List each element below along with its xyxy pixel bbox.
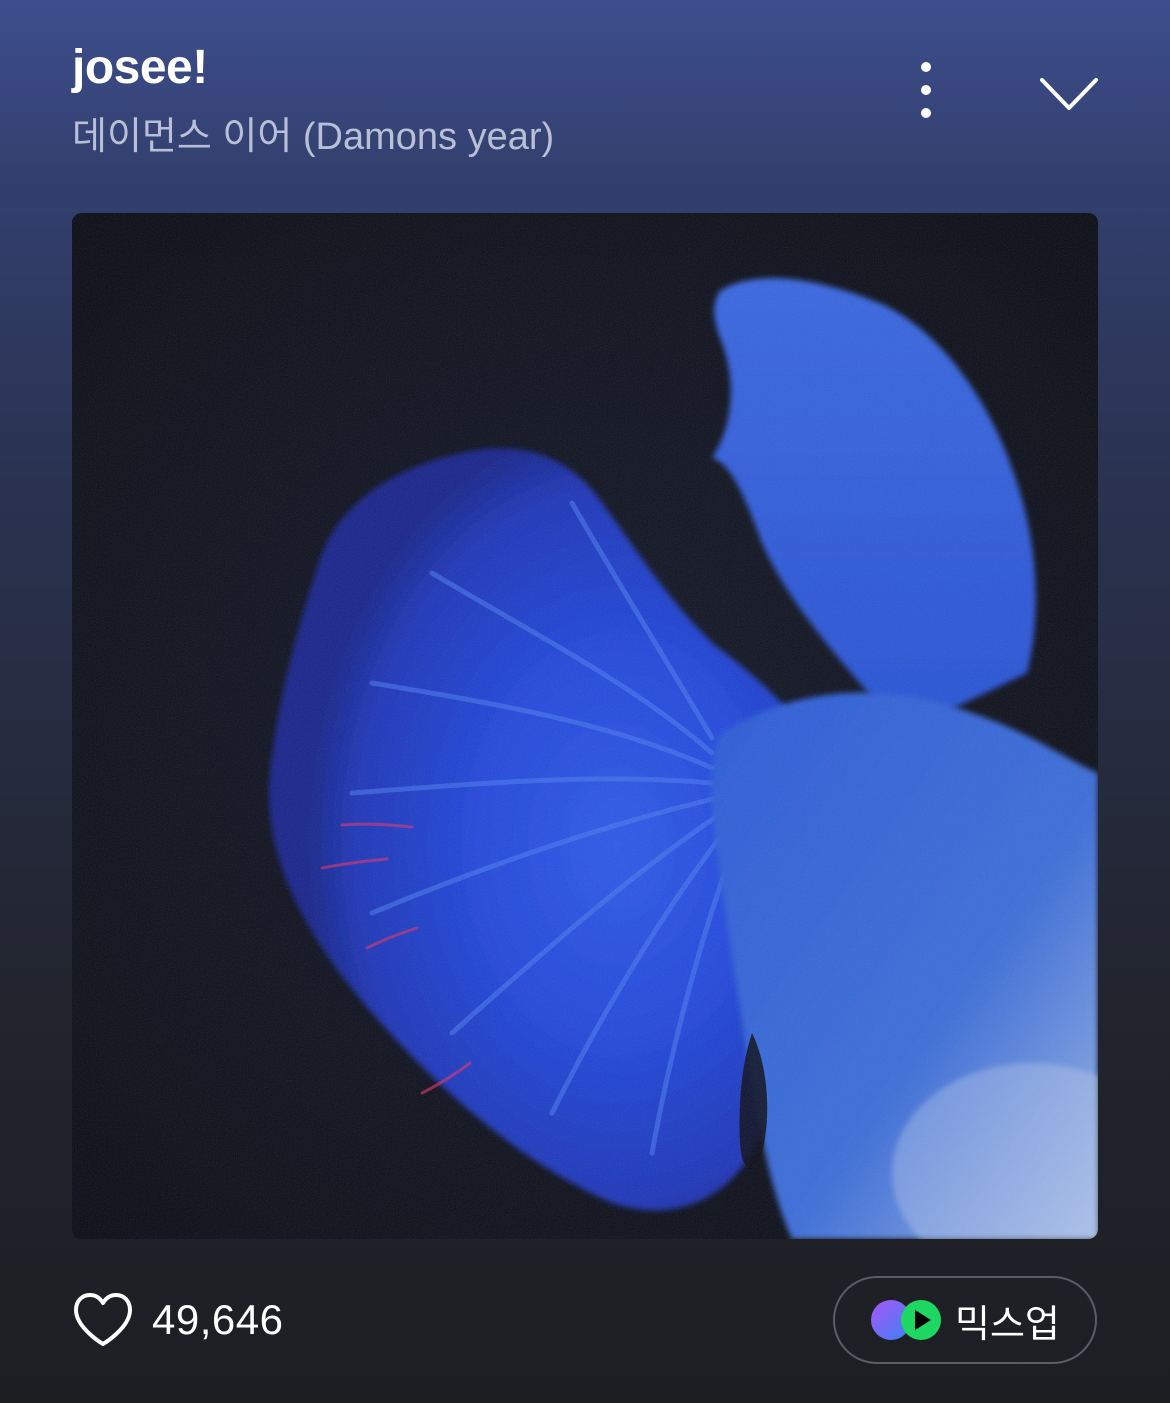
more-vertical-icon-dot xyxy=(921,85,931,95)
mixup-button[interactable]: 믹스업 xyxy=(833,1276,1097,1364)
album-cover xyxy=(72,213,1098,1239)
more-options-button[interactable] xyxy=(896,52,956,128)
like-count: 49,646 xyxy=(152,1296,284,1343)
heart-outline-icon[interactable] xyxy=(72,1292,134,1348)
chevron-down-icon xyxy=(1040,78,1098,110)
more-vertical-icon-dot xyxy=(921,108,931,118)
collapse-player-button[interactable] xyxy=(1030,64,1108,120)
mixup-label: 믹스업 xyxy=(955,1303,1060,1346)
more-vertical-icon-dot xyxy=(921,62,931,72)
track-title: josee! xyxy=(72,41,208,94)
album-cover-image xyxy=(72,213,1098,1239)
mixup-logo-icon xyxy=(871,1300,941,1340)
artist-name[interactable]: 데이먼스 이어 (Damons year) xyxy=(72,112,554,162)
